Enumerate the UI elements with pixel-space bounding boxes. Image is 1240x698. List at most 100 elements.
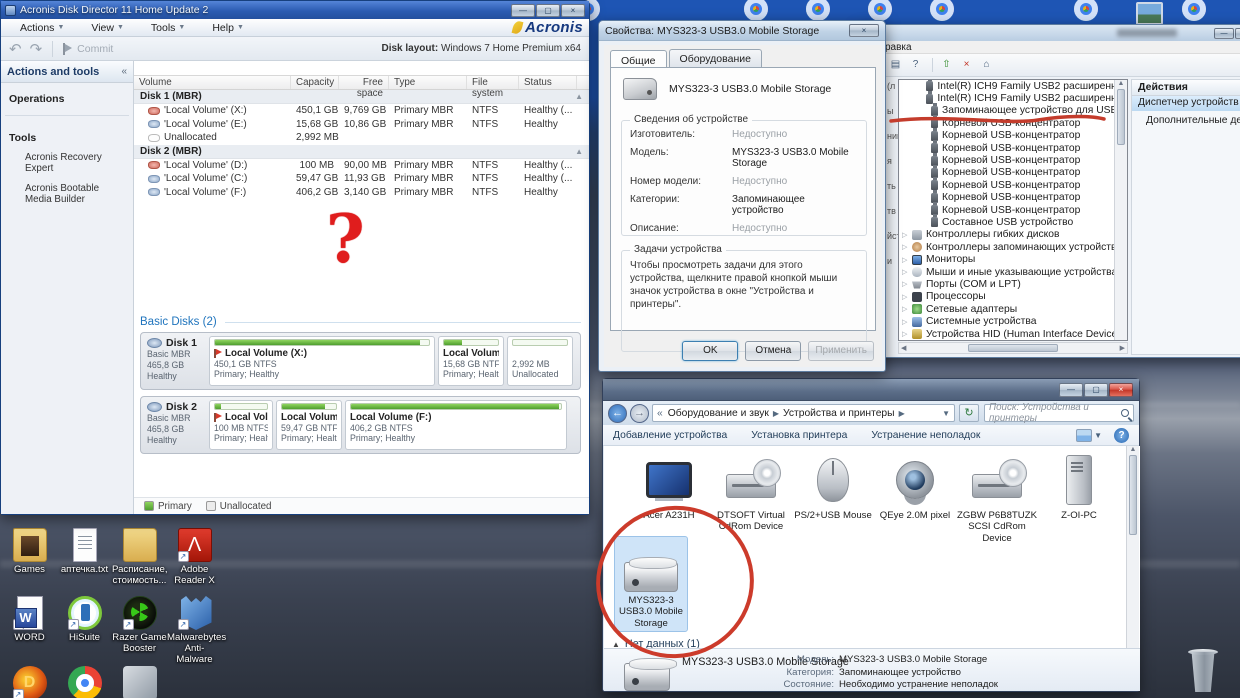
device-tree-item[interactable]: ▷ Мыши и иные указывающие устройства [899,266,1127,278]
tree-vertical-scrollbar[interactable]: ▲ [1114,80,1127,340]
desktop-shortcut-icon[interactable] [1136,2,1163,25]
acronis-titlebar[interactable]: Acronis Disk Director 11 Home Update 2 —… [1,1,589,19]
desktop-icon[interactable]: ↗ [2,666,57,698]
maximize-button[interactable]: ▢ [1235,27,1240,39]
close-button[interactable]: × [1109,382,1133,397]
volume-table-row[interactable]: 'Local Volume' (E:) 15,68 GB 10,86 GB Pr… [134,118,589,132]
ok-button[interactable]: OK [682,341,739,361]
console-panes-icon[interactable]: ▤ [887,57,904,73]
breadcrumb-overflow-icon[interactable]: « [657,408,663,419]
selected-device-tile[interactable]: MYS323-3 USB3.0 Mobile Storage [614,536,688,632]
collapse-icon[interactable]: ▲ [612,640,620,649]
command-bar-item[interactable]: Установка принтера [751,430,847,441]
dialog-titlebar[interactable]: Свойства: MYS323-3 USB3.0 Mobile Storage… [599,21,885,41]
desktop-icon[interactable]: ↗ Razer Game Booster [112,596,167,665]
close-button[interactable]: × [561,3,585,17]
expand-icon[interactable]: ▷ [902,318,912,326]
actions-item-selected[interactable]: Диспетчер устройств [1132,96,1240,111]
close-button[interactable]: × [849,24,879,37]
chevron-right-icon[interactable]: ▶ [773,409,779,418]
device-tree-item[interactable]: ▷ Процессоры [899,291,1127,303]
change-view-icon[interactable] [1076,428,1093,442]
expand-icon[interactable]: ▷ [902,256,912,264]
scrollbar-thumb[interactable] [1117,89,1125,145]
device-tile[interactable]: Acer A231H [628,452,710,544]
minimize-button[interactable]: — [1214,27,1234,39]
expand-icon[interactable]: ▷ [902,293,912,301]
desktop-icon[interactable]: ↗ WORD [2,596,57,665]
expand-icon[interactable]: ▷ [902,305,912,313]
command-bar-item[interactable]: Устранение неполадок [871,430,980,441]
partition-block[interactable]: 2,992 MB Unallocated [507,336,573,386]
uninstall-device-icon[interactable]: × [958,57,975,73]
minimize-button[interactable]: — [1059,382,1083,397]
address-dropdown-icon[interactable]: ▼ [942,409,950,418]
refresh-button[interactable]: ↻ [959,404,979,422]
device-tree-item[interactable]: ▷ Контроллеры гибких дисков [899,229,1127,241]
device-tree-item[interactable]: ▷ Составное USB устройство [899,214,1127,228]
device-tree-item[interactable]: ▷ Сетевые адаптеры [899,303,1127,315]
minimize-button[interactable]: — [511,3,535,17]
menu-item[interactable]: Help ▼ [199,22,244,34]
desktop-icon[interactable]: ↗ Malwarebytes Anti-Malware [167,596,226,665]
device-tree-item[interactable]: ▷ Intel(R) ICH9 Family USB2 расширенный … [899,80,1127,92]
recycle-bin-icon[interactable] [1186,649,1220,698]
column-header[interactable]: Free space [339,76,389,99]
commit-button[interactable]: Commit [77,43,113,55]
cancel-button[interactable]: Отмена [745,341,802,361]
menu-item[interactable]: Tools ▼ [138,22,185,34]
volume-table-row[interactable]: 'Local Volume' (F:) 406,2 GB 3,140 GB Pr… [134,186,589,200]
partition-block[interactable]: Local Volume (X:) 450,1 GB NTFS Primary;… [209,336,435,386]
desktop-icon[interactable]: ↗ Adobe Reader X [167,528,222,586]
search-input[interactable]: Поиск: Устройства и принтеры [984,402,1134,424]
desktop-icon[interactable]: ↗ [112,666,167,698]
device-tree-item[interactable]: ▷ Контроллеры запоминающих устройств [899,241,1127,253]
desktop-icon[interactable]: ↗ HiSuite [57,596,112,665]
redo-icon[interactable]: ↷ [30,40,43,58]
column-header[interactable]: Status [519,76,577,89]
partition-block[interactable]: Local Volume ... 59,47 GB NTFS Primary; … [276,400,342,450]
device-tile[interactable]: ZGBW P6B8TUZK SCSI CdRom Device [956,452,1038,544]
scrollbar-thumb[interactable] [968,344,1059,352]
disk-info[interactable]: Disk 2 Basic MBR 465,8 GB Healthy [144,400,206,450]
forward-button[interactable]: → [630,403,649,423]
partition-block[interactable]: Local Volum... 100 MB NTFS Primary; Heal… [209,400,273,450]
partition-block[interactable]: Local Volume ... 15,68 GB NTFS Primary; … [438,336,504,386]
scan-hardware-icon[interactable]: ⌂ [978,57,995,73]
desktop-icon[interactable]: ↗ аптечка.txt [57,528,112,586]
undo-icon[interactable]: ↶ [9,40,22,58]
breadcrumb-item[interactable]: Устройства и принтеры [783,408,895,419]
collapse-icon[interactable]: ▲ [575,147,583,156]
desktop-icon[interactable]: ↗ [57,666,112,698]
actions-item-more[interactable]: Дополнительные дей [1132,111,1240,126]
column-header[interactable]: Type [389,76,467,89]
breadcrumb-item[interactable]: Оборудование и звук [668,408,769,419]
update-driver-icon[interactable]: ⇧ [938,57,955,73]
tab-hardware[interactable]: Оборудование [668,49,762,69]
tree-horizontal-scrollbar[interactable]: ◀ ▶ [898,342,1128,354]
explorer-titlebar[interactable]: — ▢ × [603,379,1139,401]
help-icon[interactable]: ? [907,57,924,73]
device-tile[interactable]: PS/2+USB Mouse [792,452,874,544]
device-tree-item[interactable]: ▷ Порты (COM и LPT) [899,278,1127,290]
expand-icon[interactable]: ▷ [902,280,912,288]
volume-table-row[interactable]: 'Local Volume' (X:) 450,1 GB 9,769 GB Pr… [134,104,589,118]
breadcrumb[interactable]: « Оборудование и звук ▶ Устройства и при… [652,404,955,422]
help-icon[interactable]: ? [1114,427,1129,443]
column-header[interactable]: Volume [134,76,291,89]
device-manager-titlebar[interactable]: — ▢ [859,25,1240,41]
expand-icon[interactable]: ▷ [902,243,912,251]
expand-icon[interactable]: ▷ [902,330,912,338]
sidebar-tool-item[interactable]: Acronis Bootable Media Builder [1,179,133,210]
maximize-button[interactable]: ▢ [1084,382,1108,397]
device-tree-item[interactable]: ▷ Системные устройства [899,315,1127,327]
vertical-scrollbar[interactable]: ▲ [1126,446,1139,648]
column-header[interactable]: File system [467,76,519,99]
device-tile[interactable]: QEye 2.0M pixel [874,452,956,544]
menu-fragment[interactable]: равка [885,42,912,53]
collapse-icon[interactable]: ▲ [575,92,583,101]
scrollbar-thumb[interactable] [1129,455,1137,535]
disk-info[interactable]: Disk 1 Basic MBR 465,8 GB Healthy [144,336,206,386]
device-manager-menubar[interactable]: равка [859,41,1240,54]
section-header[interactable]: ▲ Нет данных (1) [612,638,700,648]
